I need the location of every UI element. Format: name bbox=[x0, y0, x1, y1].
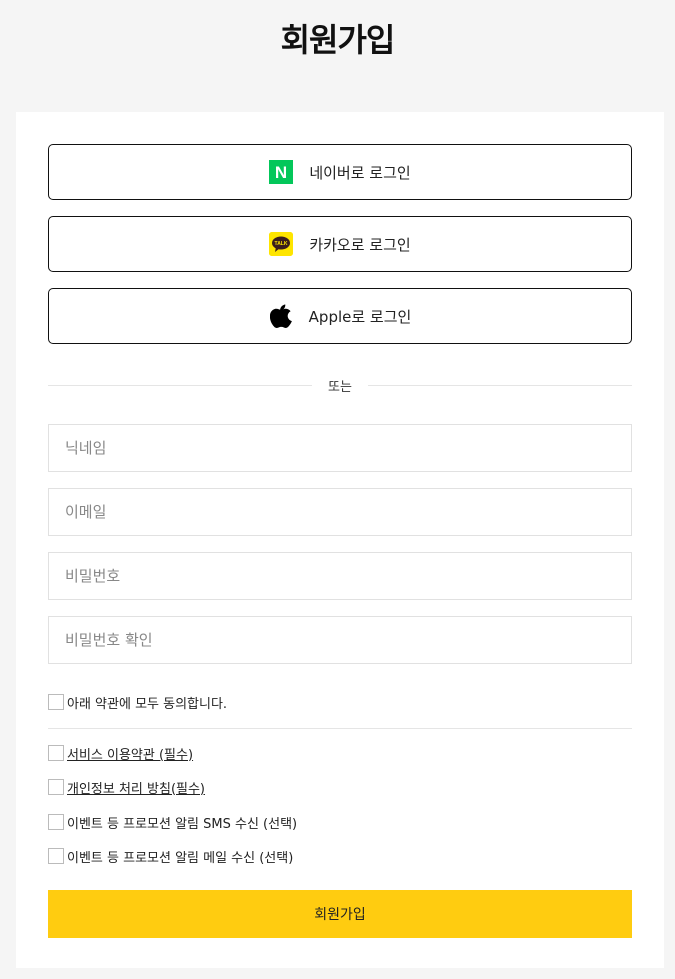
sms-checkbox[interactable]: 이벤트 등 프로모션 알림 SMS 수신 (선택) bbox=[48, 813, 298, 832]
mail-label: 이벤트 등 프로모션 알림 메일 수신 (선택) bbox=[67, 850, 294, 866]
checkbox-box[interactable] bbox=[48, 694, 64, 710]
naver-icon-letter: N bbox=[275, 163, 287, 182]
agree-all-label: 아래 약관에 모두 동의합니다. bbox=[67, 696, 228, 712]
naver-icon: N bbox=[269, 160, 294, 184]
privacy-checkbox[interactable]: 개인정보 처리 방침(필수) bbox=[48, 778, 205, 797]
kakao-login-button[interactable]: TALK 카카오로 로그인 bbox=[48, 216, 632, 272]
apple-login-button[interactable]: Apple로 로그인 bbox=[48, 288, 632, 344]
email-input[interactable] bbox=[48, 488, 632, 536]
password-confirm-input[interactable] bbox=[48, 616, 632, 664]
mail-checkbox[interactable]: 이벤트 등 프로모션 알림 메일 수신 (선택) bbox=[48, 847, 294, 866]
apple-login-label: Apple로 로그인 bbox=[308, 307, 412, 326]
page-title: 회원가입 bbox=[280, 21, 396, 59]
terms-link[interactable]: 서비스 이용약관 (필수) bbox=[67, 744, 193, 763]
naver-login-label: 네이버로 로그인 bbox=[309, 163, 411, 182]
signup-button[interactable]: 회원가입 bbox=[48, 890, 632, 938]
checkbox-box[interactable] bbox=[48, 779, 64, 795]
checkbox-box[interactable] bbox=[48, 745, 64, 761]
apple-icon bbox=[269, 304, 293, 328]
sms-label: 이벤트 등 프로모션 알림 SMS 수신 (선택) bbox=[67, 816, 298, 832]
naver-login-button[interactable]: N 네이버로 로그인 bbox=[48, 144, 632, 200]
checkbox-box[interactable] bbox=[48, 814, 64, 830]
signup-card: N 네이버로 로그인 TALK 카카오로 로그인 Apple로 로그인 또는 닉… bbox=[16, 112, 664, 968]
kakao-talk-icon: TALK bbox=[269, 232, 294, 256]
kakao-login-label: 카카오로 로그인 bbox=[309, 235, 411, 254]
privacy-link[interactable]: 개인정보 처리 방침(필수) bbox=[67, 778, 205, 797]
kakao-icon-text: TALK bbox=[275, 241, 288, 247]
terms-checkbox[interactable]: 서비스 이용약관 (필수) bbox=[48, 744, 193, 763]
or-divider-text: 또는 bbox=[328, 379, 352, 395]
divider-line-left bbox=[48, 384, 313, 386]
password-input[interactable] bbox=[48, 552, 632, 600]
or-divider: 또는 bbox=[48, 375, 633, 395]
divider-line-right bbox=[367, 384, 633, 386]
agreement-separator bbox=[48, 728, 632, 729]
checkbox-box[interactable] bbox=[48, 848, 64, 864]
agree-all-checkbox[interactable]: 아래 약관에 모두 동의합니다. bbox=[48, 693, 228, 712]
nickname-input[interactable] bbox=[48, 424, 632, 472]
